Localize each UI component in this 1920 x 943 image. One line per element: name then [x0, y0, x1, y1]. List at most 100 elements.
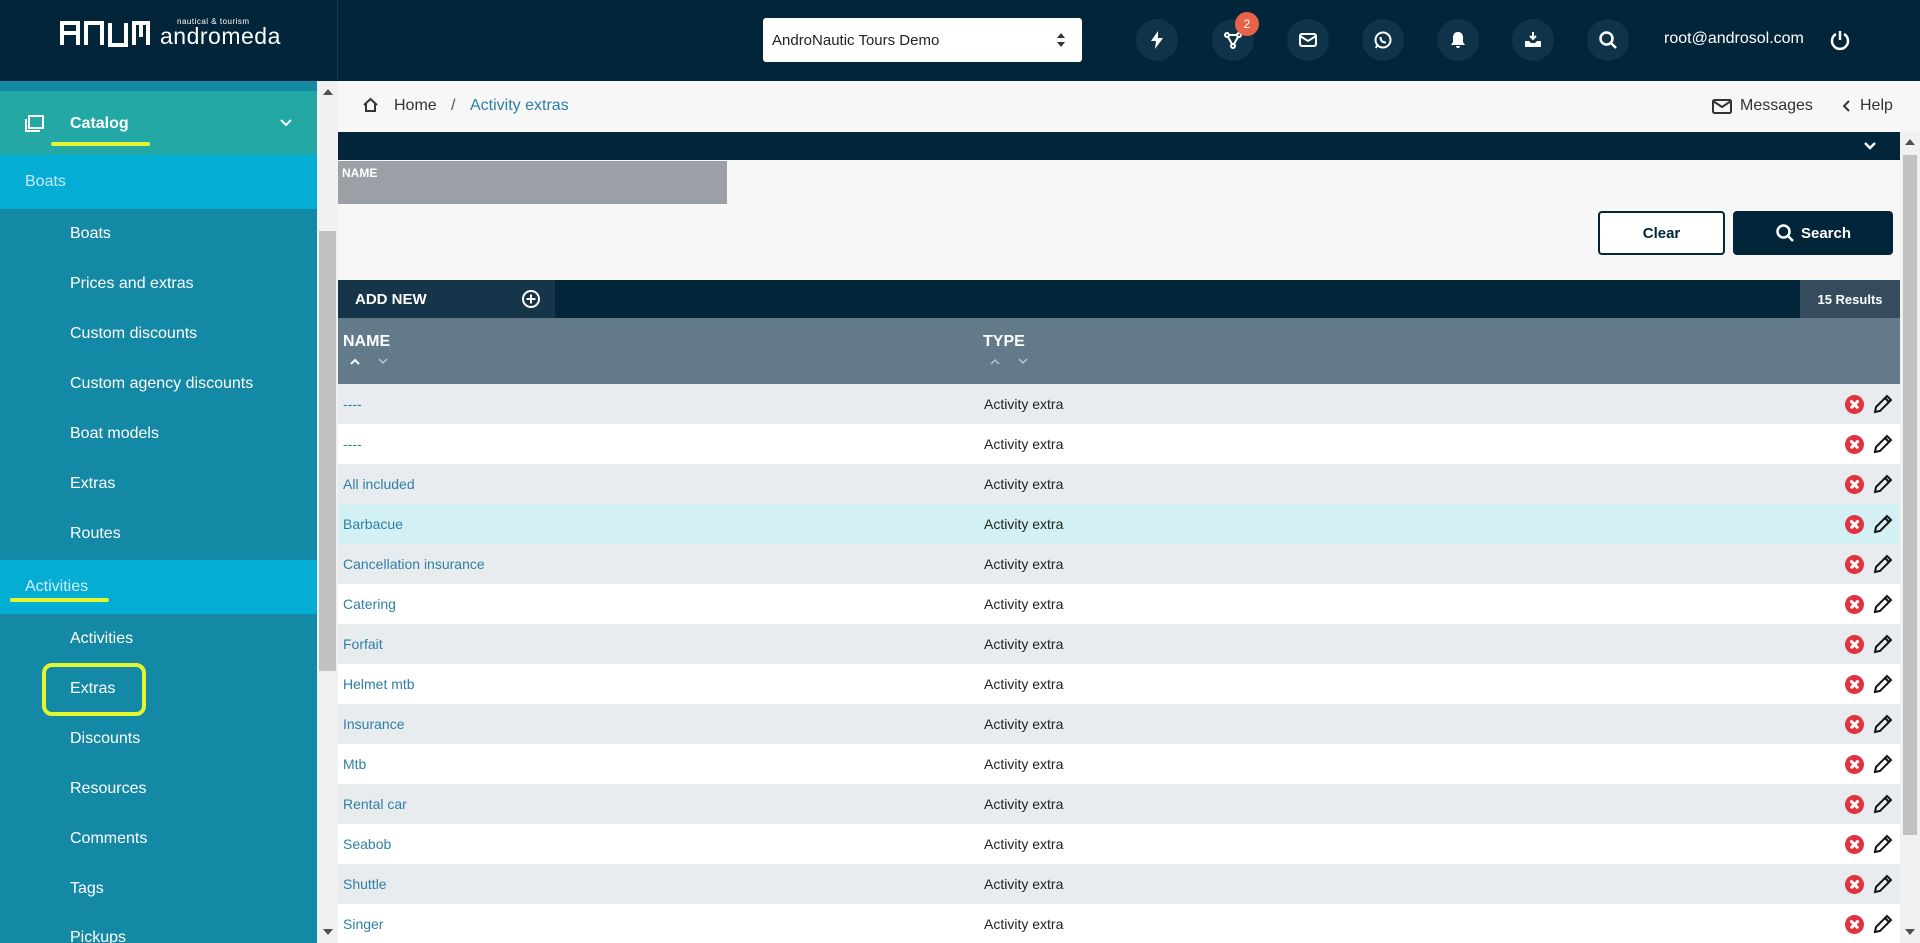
sidebar-item-comments[interactable]: Comments	[70, 830, 147, 848]
table-row[interactable]: ---- Activity extra	[338, 424, 1900, 464]
row-name-link[interactable]: Rental car	[343, 796, 407, 812]
table-row[interactable]: Barbacue Activity extra	[338, 504, 1900, 544]
row-name-link[interactable]: Cancellation insurance	[343, 556, 485, 572]
scrollbar-thumb[interactable]	[319, 231, 336, 671]
scroll-down-icon[interactable]	[1905, 929, 1915, 935]
row-name-link[interactable]: Insurance	[343, 716, 404, 732]
sidebar-item-boat-extras[interactable]: Extras	[70, 475, 115, 493]
table-row[interactable]: Rental car Activity extra	[338, 784, 1900, 824]
sidebar-item-boats[interactable]: Boats	[70, 225, 111, 243]
pencil-icon[interactable]	[1872, 633, 1894, 655]
power-icon[interactable]	[1829, 29, 1851, 51]
company-select[interactable]: AndroNautic Tours Demo	[763, 18, 1082, 62]
delete-icon[interactable]	[1845, 555, 1864, 574]
pencil-icon[interactable]	[1872, 873, 1894, 895]
table-row[interactable]: Forfait Activity extra	[338, 624, 1900, 664]
sort-desc-icon[interactable]	[1018, 358, 1028, 365]
pencil-icon[interactable]	[1872, 473, 1894, 495]
delete-icon[interactable]	[1845, 715, 1864, 734]
sidebar-item-custom-agency-discounts[interactable]: Custom agency discounts	[70, 375, 253, 393]
row-name-link[interactable]: ----	[343, 436, 362, 452]
sidebar-scrollbar[interactable]	[317, 81, 338, 943]
pencil-icon[interactable]	[1872, 513, 1894, 535]
sidebar-item-discounts[interactable]: Discounts	[70, 730, 140, 748]
delete-icon[interactable]	[1845, 435, 1864, 454]
whatsapp-icon[interactable]	[1362, 19, 1404, 61]
pencil-icon[interactable]	[1872, 793, 1894, 815]
table-row[interactable]: Catering Activity extra	[338, 584, 1900, 624]
search-button[interactable]: Search	[1733, 211, 1893, 255]
delete-icon[interactable]	[1845, 675, 1864, 694]
delete-icon[interactable]	[1845, 795, 1864, 814]
messages-link[interactable]: Messages	[1712, 97, 1813, 115]
row-name-link[interactable]: Forfait	[343, 636, 383, 652]
column-header-type[interactable]: TYPE	[983, 333, 1025, 351]
sidebar-item-pickups[interactable]: Pickups	[70, 929, 126, 943]
name-filter-input[interactable]: NAME	[338, 161, 727, 204]
search-icon[interactable]	[1587, 19, 1629, 61]
sidebar-item-prices-and-extras[interactable]: Prices and extras	[70, 275, 194, 293]
sidebar-item-tags[interactable]: Tags	[70, 880, 104, 898]
row-name-link[interactable]: Helmet mtb	[343, 676, 415, 692]
sidebar-item-resources[interactable]: Resources	[70, 780, 146, 798]
column-header-name[interactable]: NAME	[343, 333, 390, 351]
mail-icon[interactable]	[1287, 19, 1329, 61]
sidebar-item-boat-models[interactable]: Boat models	[70, 425, 159, 443]
pencil-icon[interactable]	[1872, 433, 1894, 455]
lightning-icon[interactable]	[1136, 19, 1178, 61]
delete-icon[interactable]	[1845, 635, 1864, 654]
delete-icon[interactable]	[1845, 755, 1864, 774]
table-row[interactable]: Helmet mtb Activity extra	[338, 664, 1900, 704]
row-name-link[interactable]: Singer	[343, 916, 383, 932]
sidebar-item-routes[interactable]: Routes	[70, 525, 121, 543]
table-row[interactable]: Singer Activity extra	[338, 904, 1900, 943]
sort-asc-icon[interactable]	[350, 358, 360, 365]
delete-icon[interactable]	[1845, 515, 1864, 534]
delete-icon[interactable]	[1845, 595, 1864, 614]
table-row[interactable]: Insurance Activity extra	[338, 704, 1900, 744]
delete-icon[interactable]	[1845, 915, 1864, 934]
main-scrollbar[interactable]	[1900, 131, 1920, 943]
table-row[interactable]: All included Activity extra	[338, 464, 1900, 504]
sort-desc-icon[interactable]	[378, 358, 388, 365]
table-row[interactable]: Mtb Activity extra	[338, 744, 1900, 784]
logo-area[interactable]: nautical & tourism andromeda	[0, 0, 338, 81]
row-name-link[interactable]: Shuttle	[343, 876, 387, 892]
row-name-link[interactable]: Barbacue	[343, 516, 403, 532]
pencil-icon[interactable]	[1872, 393, 1894, 415]
scroll-down-icon[interactable]	[323, 929, 333, 935]
inbox-icon[interactable]	[1512, 19, 1554, 61]
pencil-icon[interactable]	[1872, 833, 1894, 855]
table-row[interactable]: Seabob Activity extra	[338, 824, 1900, 864]
row-name-link[interactable]: Seabob	[343, 836, 391, 852]
home-icon[interactable]	[362, 97, 379, 113]
bell-icon[interactable]	[1437, 19, 1479, 61]
breadcrumb-current[interactable]: Activity extras	[470, 97, 569, 115]
delete-icon[interactable]	[1845, 475, 1864, 494]
chevron-down-icon[interactable]	[1864, 142, 1876, 150]
delete-icon[interactable]	[1845, 835, 1864, 854]
sidebar-item-custom-discounts[interactable]: Custom discounts	[70, 325, 197, 343]
pencil-icon[interactable]	[1872, 913, 1894, 935]
breadcrumb-home[interactable]: Home	[394, 97, 437, 115]
pencil-icon[interactable]	[1872, 713, 1894, 735]
filter-toggle-bar[interactable]	[338, 132, 1900, 160]
scroll-up-icon[interactable]	[323, 89, 333, 95]
delete-icon[interactable]	[1845, 395, 1864, 414]
delete-icon[interactable]	[1845, 875, 1864, 894]
sidebar-section-activities[interactable]: Activities	[0, 560, 317, 614]
row-name-link[interactable]: ----	[343, 396, 362, 412]
table-row[interactable]: ---- Activity extra	[338, 384, 1900, 424]
help-link[interactable]: Help	[1843, 97, 1893, 115]
clear-button[interactable]: Clear	[1598, 211, 1725, 255]
table-row[interactable]: Shuttle Activity extra	[338, 864, 1900, 904]
sort-asc-icon[interactable]	[990, 358, 1000, 365]
row-name-link[interactable]: Catering	[343, 596, 396, 612]
row-name-link[interactable]: Mtb	[343, 756, 366, 772]
row-name-link[interactable]: All included	[343, 476, 415, 492]
add-new-button[interactable]: ADD NEW	[338, 280, 555, 318]
sidebar-section-boats[interactable]: Boats	[0, 155, 317, 209]
user-email[interactable]: root@androsol.com	[1664, 30, 1804, 48]
pencil-icon[interactable]	[1872, 673, 1894, 695]
scrollbar-thumb[interactable]	[1903, 155, 1917, 835]
